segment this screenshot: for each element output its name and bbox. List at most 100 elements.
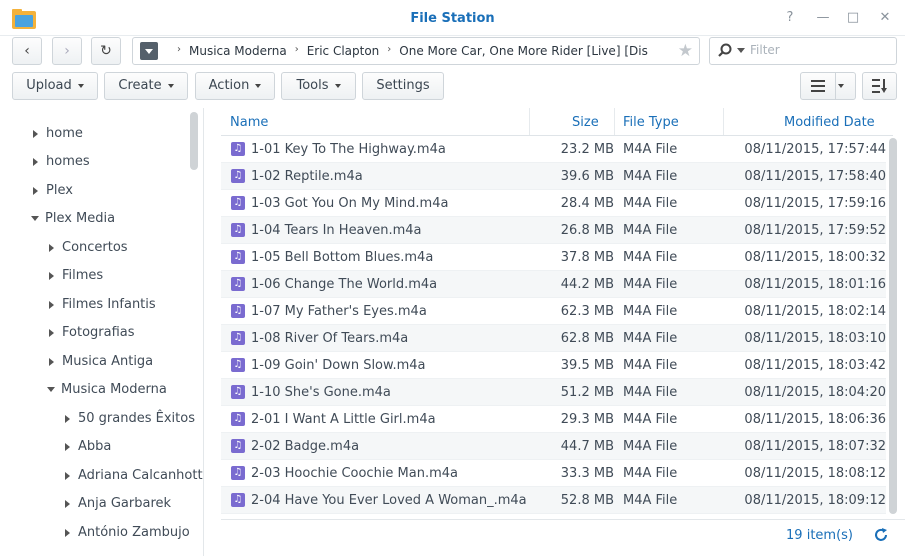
- tree-scrollbar[interactable]: [190, 112, 198, 170]
- table-row[interactable]: ♫ 1-07 My Father's Eyes.m4a 62.3 MB M4A Fil…: [221, 298, 886, 325]
- tools-button[interactable]: Tools: [281, 72, 356, 100]
- table-row[interactable]: ♫ 2-04 Have You Ever Loved A Woman_.m4a 52…: [221, 487, 886, 514]
- breadcrumb-item[interactable]: Musica Moderna: [189, 44, 287, 58]
- file-size: 29.3 MB: [560, 412, 614, 427]
- file-size: 62.8 MB: [560, 331, 614, 346]
- expand-arrow-icon[interactable]: [65, 442, 70, 451]
- tree-item-anja-garbarek[interactable]: Anja Garbarek: [65, 494, 171, 514]
- refresh-button[interactable]: ↻: [91, 37, 121, 65]
- forward-button[interactable]: ›: [52, 37, 82, 65]
- expand-arrow-icon[interactable]: [65, 528, 70, 537]
- column-header-file-type[interactable]: File Type: [623, 115, 679, 130]
- table-row[interactable]: ♫ 1-08 River Of Tears.m4a 62.8 MB M4A File 0…: [221, 325, 886, 352]
- refresh-icon[interactable]: [873, 527, 889, 543]
- folder-tree[interactable]: home homes Plex Plex Media Concertos Fil…: [0, 108, 204, 556]
- expand-arrow-icon[interactable]: [49, 300, 54, 309]
- table-row[interactable]: ♫ 2-03 Hoochie Coochie Man.m4a 33.3 MB M4A …: [221, 460, 886, 487]
- file-name: 1-06 Change The World.m4a: [251, 277, 438, 292]
- action-button[interactable]: Action: [195, 72, 275, 100]
- sort-icon: [872, 79, 887, 93]
- minimize-icon[interactable]: —: [815, 10, 831, 26]
- tree-item-homes[interactable]: homes: [33, 152, 90, 172]
- music-file-icon: ♫: [231, 142, 245, 156]
- tree-item-fotografias[interactable]: Fotografias: [49, 323, 135, 343]
- sort-button[interactable]: [862, 72, 897, 100]
- table-row[interactable]: ♫ 2-01 I Want A Little Girl.m4a 29.3 MB M4A…: [221, 406, 886, 433]
- expand-arrow-icon[interactable]: [33, 129, 38, 138]
- tree-item-filmes[interactable]: Filmes: [49, 266, 103, 286]
- tree-item-adriana-calcanhotto[interactable]: Adriana Calcanhotto: [65, 466, 203, 486]
- file-type: M4A File: [623, 169, 678, 184]
- column-header-name[interactable]: Name: [230, 115, 268, 130]
- collapse-arrow-icon[interactable]: [47, 387, 55, 392]
- tree-item-abba[interactable]: Abba: [65, 437, 111, 457]
- table-row[interactable]: ♫ 1-03 Got You On My Mind.m4a 28.4 MB M4A F…: [221, 190, 886, 217]
- create-button[interactable]: Create: [104, 72, 188, 100]
- file-type: M4A File: [623, 412, 678, 427]
- view-mode-button[interactable]: [800, 72, 856, 100]
- file-size: 39.6 MB: [560, 169, 614, 184]
- expand-arrow-icon[interactable]: [49, 243, 54, 252]
- expand-arrow-icon[interactable]: [65, 471, 70, 480]
- table-row[interactable]: ♫ 1-02 Reptile.m4a 39.6 MB M4A File 08/11/20…: [221, 163, 886, 190]
- expand-arrow-icon[interactable]: [33, 186, 38, 195]
- modified-date: 08/11/2015, 18:09:12: [744, 493, 886, 508]
- tree-item-musica-antiga[interactable]: Musica Antiga: [49, 352, 153, 372]
- tree-item-label: Musica Moderna: [61, 382, 167, 397]
- chevron-down-icon[interactable]: [838, 84, 844, 88]
- expand-arrow-icon[interactable]: [49, 328, 54, 337]
- chevron-down-icon[interactable]: [737, 48, 745, 53]
- filter-box[interactable]: [709, 37, 897, 65]
- file-name: 2-03 Hoochie Coochie Man.m4a: [251, 466, 459, 481]
- tree-item-plex-media[interactable]: Plex Media: [31, 209, 115, 229]
- tree-item-concertos[interactable]: Concertos: [49, 238, 128, 258]
- help-icon[interactable]: ?: [782, 10, 798, 26]
- column-header-modified-date[interactable]: Modified Date: [784, 115, 875, 130]
- tree-item-home[interactable]: home: [33, 124, 83, 144]
- expand-arrow-icon[interactable]: [65, 499, 70, 508]
- music-file-icon: ♫: [231, 223, 245, 237]
- maximize-icon[interactable]: □: [845, 10, 861, 26]
- expand-arrow-icon[interactable]: [33, 157, 38, 166]
- back-button[interactable]: ‹: [12, 37, 42, 65]
- breadcrumb-item[interactable]: Eric Clapton: [307, 44, 380, 58]
- tree-item-50-grandes-exitos[interactable]: 50 grandes Êxitos: [65, 409, 195, 429]
- column-header-size[interactable]: Size: [572, 115, 599, 130]
- tree-item-label: Plex Media: [45, 211, 116, 226]
- music-file-icon: ♫: [231, 385, 245, 399]
- tree-item-plex[interactable]: Plex: [33, 181, 73, 201]
- table-row[interactable]: ♫ 1-06 Change The World.m4a 44.2 MB M4A Fil…: [221, 271, 886, 298]
- collapse-arrow-icon[interactable]: [31, 216, 39, 221]
- breadcrumb-item[interactable]: One More Car, One More Rider [Live] [Dis: [399, 44, 648, 58]
- expand-arrow-icon[interactable]: [49, 357, 54, 366]
- tree-item-label: Filmes: [62, 268, 104, 283]
- file-size: 62.3 MB: [560, 304, 614, 319]
- table-row[interactable]: ♫ 2-02 Badge.m4a 44.7 MB M4A File 08/11/2015…: [221, 433, 886, 460]
- favorite-star-icon[interactable]: ★: [678, 41, 693, 61]
- settings-button[interactable]: Settings: [362, 72, 444, 100]
- expand-arrow-icon[interactable]: [49, 271, 54, 280]
- expand-arrow-icon[interactable]: [65, 414, 70, 423]
- file-type: M4A File: [623, 250, 678, 265]
- file-type: M4A File: [623, 385, 678, 400]
- tree-item-filmes-infantis[interactable]: Filmes Infantis: [49, 295, 156, 315]
- tree-item-antonio-zambujo[interactable]: António Zambujo: [65, 523, 190, 543]
- table-row[interactable]: ♫ 1-09 Goin' Down Slow.m4a 39.5 MB M4A File…: [221, 352, 886, 379]
- path-bar[interactable]: › Musica Moderna › Eric Clapton › One Mo…: [132, 37, 700, 65]
- table-row[interactable]: ♫ 1-05 Bell Bottom Blues.m4a 37.8 MB M4A Fi…: [221, 244, 886, 271]
- table-row[interactable]: ♫ 1-01 Key To The Highway.m4a 23.2 MB M4A F…: [221, 136, 886, 163]
- folder-menu-icon[interactable]: [140, 42, 158, 60]
- title-bar: File Station ? — □ ✕: [0, 0, 905, 36]
- file-table[interactable]: Name Size File Type Modified Date ♫ 1-01 …: [221, 108, 893, 518]
- upload-button[interactable]: Upload: [12, 72, 98, 100]
- modified-date: 08/11/2015, 18:03:10: [744, 331, 886, 346]
- table-scrollbar[interactable]: [889, 138, 897, 514]
- filter-input[interactable]: [750, 43, 890, 57]
- modified-date: 08/11/2015, 17:57:44: [744, 142, 886, 157]
- search-icon[interactable]: [718, 43, 732, 57]
- column-divider: [529, 108, 530, 135]
- table-row[interactable]: ♫ 1-04 Tears In Heaven.m4a 26.8 MB M4A File…: [221, 217, 886, 244]
- tree-item-musica-moderna[interactable]: Musica Moderna: [47, 380, 167, 400]
- table-row[interactable]: ♫ 1-10 She's Gone.m4a 51.2 MB M4A File 08/11…: [221, 379, 886, 406]
- close-icon[interactable]: ✕: [877, 10, 893, 26]
